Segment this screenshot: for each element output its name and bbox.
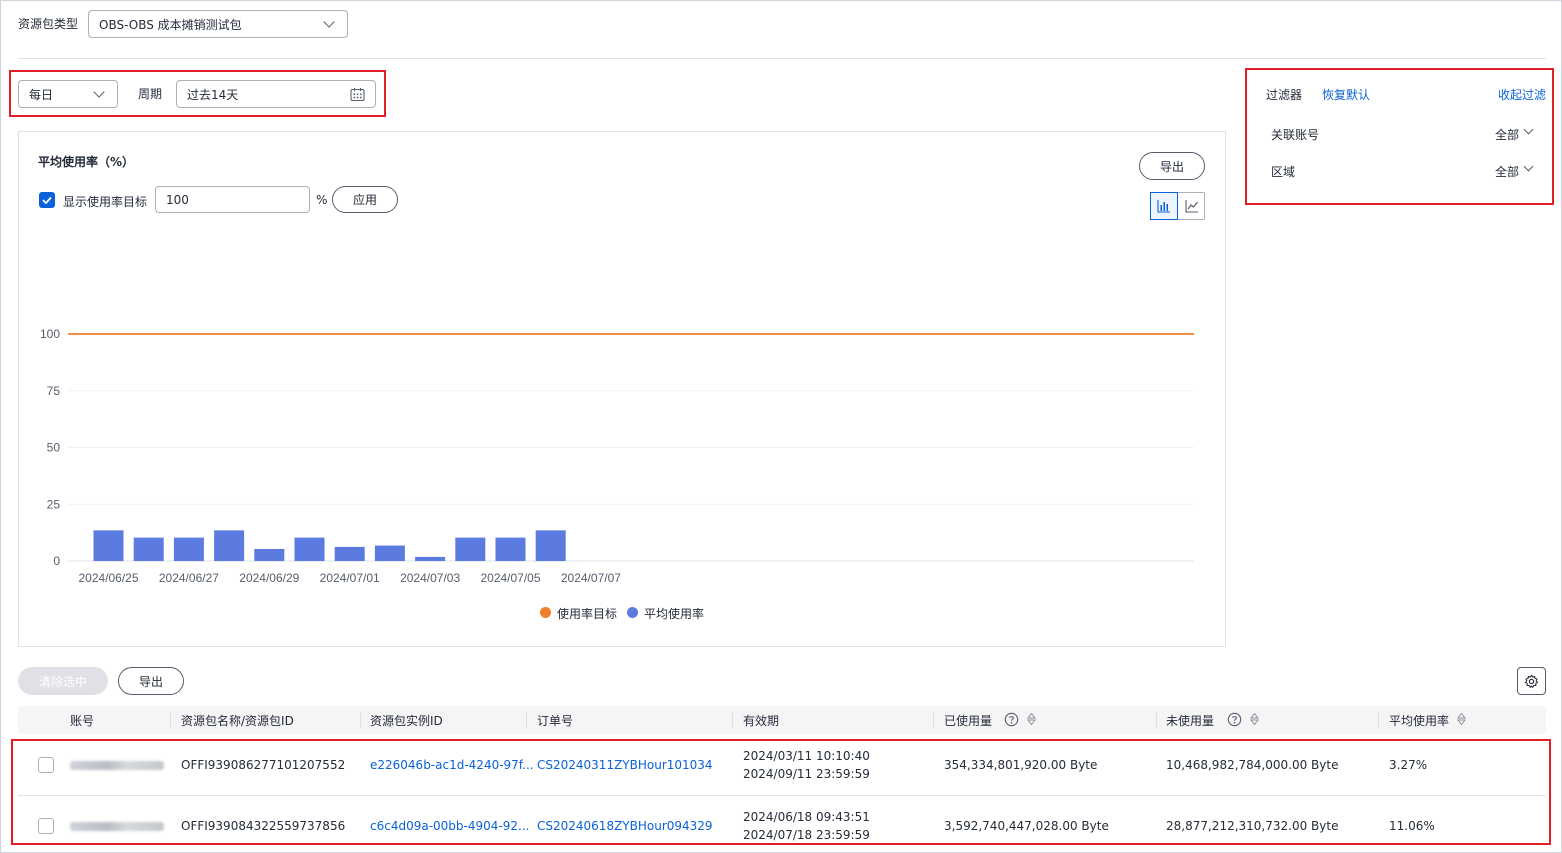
th-unused: 未使用量 [1166,714,1215,728]
row-checkbox[interactable] [38,757,54,773]
th-instance-id: 资源包实例ID [370,714,443,728]
legend-label-target: 使用率目标 [557,607,618,621]
usage-chart: 0 25 50 75 100 2024/06/25 2024/06/27 2024/06/2… [40,327,1194,585]
table-row: OFFI939084322559737856 c6c4d09a-00bb-490… [18,797,1546,852]
bar-avg-usage [535,530,566,561]
column-divider [360,712,361,728]
bar-avg-usage [254,548,285,561]
th-validity: 有效期 [743,714,780,728]
valid-to: 2024/09/11 23:59:59 [743,767,870,781]
y-tick-label: 50 [47,441,61,455]
x-tick-label: 2024/06/25 [78,571,138,585]
instance-id-link[interactable]: c6c4d09a-00bb-4904-92... [370,819,529,833]
instance-id-link[interactable]: e226046b-ac1d-4240-97f... [370,758,534,772]
help-icon[interactable] [1004,712,1019,727]
x-tick-label: 2024/07/07 [561,571,621,585]
bar-avg-usage [93,530,124,561]
row-checkbox[interactable] [38,818,54,834]
th-account: 账号 [70,714,95,728]
sort-icon[interactable] [1027,713,1036,725]
unused-amount: 10,468,982,784,000.00 Byte [1166,758,1339,772]
order-id-link[interactable]: CS20240618ZYBHour094329 [537,819,713,833]
x-tick-label: 2024/07/01 [320,571,380,585]
bar-avg-usage [495,537,526,561]
legend-swatch-avg [627,607,638,618]
valid-from: 2024/06/18 09:43:51 [743,810,870,824]
package-id: OFFI939084322559737856 [181,819,346,833]
legend-swatch-target [540,607,551,618]
valid-to: 2024/07/18 23:59:59 [743,828,870,842]
x-tick-label: 2024/07/05 [480,571,540,585]
bar-avg-usage [214,530,245,561]
bar-avg-usage [334,546,365,561]
column-divider [526,712,527,728]
used-amount: 354,334,801,920.00 Byte [944,758,1098,772]
y-tick-label: 100 [40,327,60,341]
bar-avg-usage [374,545,405,561]
redacted-account [70,822,164,831]
avg-usage: 11.06% [1389,819,1435,833]
unused-amount: 28,877,212,310,732.00 Byte [1166,819,1339,833]
table-export-label: 导出 [138,674,163,689]
y-tick-label: 25 [47,497,61,511]
column-divider [170,712,171,728]
used-amount: 3,592,740,447,028.00 Byte [944,819,1109,833]
th-used: 已使用量 [944,714,993,728]
column-divider [732,712,733,728]
bar-avg-usage [455,537,486,561]
legend-label-avg: 平均使用率 [644,607,705,621]
help-icon[interactable] [1227,712,1242,727]
bar-avg-usage [294,537,325,561]
y-tick-label: 75 [47,384,61,398]
order-id-link[interactable]: CS20240311ZYBHour101034 [537,758,713,772]
column-divider [1378,712,1379,728]
th-package-name: 资源包名称/资源包ID [181,714,294,728]
table-export-button[interactable]: 导出 [118,667,184,695]
package-id: OFFI939086277101207552 [181,758,346,772]
column-divider [933,712,934,728]
y-tick-label: 0 [53,554,60,568]
sort-icon[interactable] [1457,713,1466,725]
x-tick-label: 2024/06/27 [159,571,219,585]
clear-selected-label: 清除选中 [38,674,87,689]
bar-avg-usage [133,537,164,561]
th-order-id: 订单号 [537,714,574,728]
clear-selected-button[interactable]: 清除选中 [18,667,108,695]
redacted-account [70,761,164,770]
column-divider [1156,712,1157,728]
gear-icon [1524,674,1539,688]
valid-from: 2024/03/11 10:10:40 [743,749,870,763]
row-divider [18,795,1546,796]
bar-avg-usage [415,556,446,561]
x-tick-label: 2024/07/03 [400,571,460,585]
table-row: OFFI939086277101207552 e226046b-ac1d-424… [18,740,1546,795]
table-settings-button[interactable] [1517,667,1546,695]
th-avg-usage: 平均使用率 [1389,714,1450,728]
x-tick-label: 2024/06/29 [239,571,299,585]
sort-icon[interactable] [1250,713,1259,725]
bar-avg-usage [173,537,204,561]
avg-usage: 3.27% [1389,758,1428,772]
